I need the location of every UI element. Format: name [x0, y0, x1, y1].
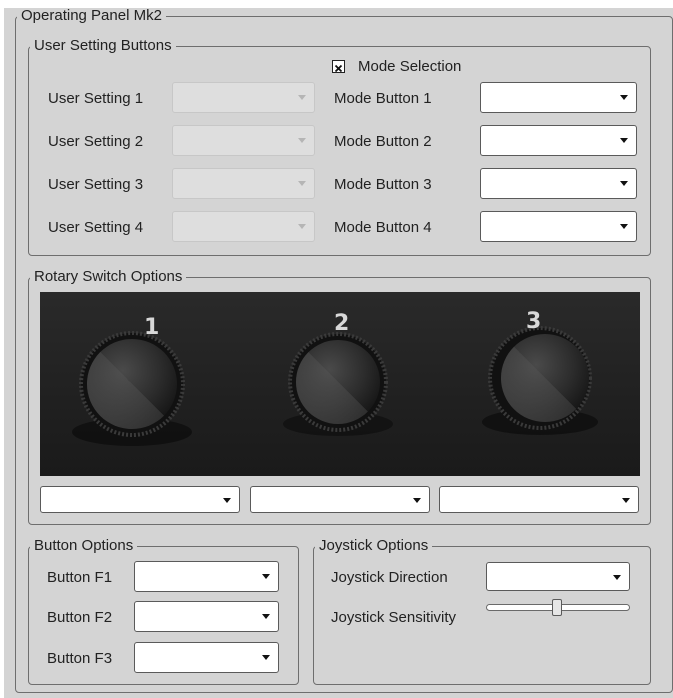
mode-button-1-label: Mode Button 1: [334, 90, 432, 107]
rotary-knobs-image: 1 2 3: [72, 309, 598, 446]
user-setting-3-dropdown[interactable]: [172, 168, 315, 199]
knob-3-number: 3: [526, 309, 541, 334]
mode-button-2-dropdown[interactable]: [480, 125, 637, 156]
chevron-down-icon: [298, 181, 306, 186]
user-setting-4-label: User Setting 4: [48, 219, 144, 236]
button-f2-label: Button F2: [47, 609, 113, 626]
mode-button-4-dropdown[interactable]: [480, 211, 637, 242]
joystick-sensitivity-label: Joystick Sensitivity: [331, 609, 457, 626]
chevron-down-icon: [262, 574, 270, 579]
checkmark-x-icon: [334, 64, 343, 73]
chevron-down-icon: [298, 224, 306, 229]
button-f3-dropdown[interactable]: [134, 642, 279, 673]
mode-selection-label[interactable]: Mode Selection: [358, 58, 461, 75]
chevron-down-icon: [262, 655, 270, 660]
knob-3: [482, 326, 598, 435]
chevron-down-icon: [413, 498, 421, 503]
mode-button-4-label: Mode Button 4: [334, 219, 432, 236]
chevron-down-icon: [620, 181, 628, 186]
rotary-switch-3-dropdown[interactable]: [439, 486, 639, 513]
chevron-down-icon: [620, 138, 628, 143]
button-f1-label: Button F1: [47, 569, 113, 586]
rotary-switch-1-dropdown[interactable]: [40, 486, 240, 513]
mode-button-1-dropdown[interactable]: [480, 82, 637, 113]
knob-1-number: 1: [144, 315, 159, 340]
chevron-down-icon: [620, 95, 628, 100]
joystick-direction-label: Joystick Direction: [331, 569, 448, 586]
knob-2: [283, 332, 393, 436]
user-setting-1-dropdown[interactable]: [172, 82, 315, 113]
user-setting-1-label: User Setting 1: [48, 90, 144, 107]
chevron-down-icon: [298, 95, 306, 100]
button-f2-dropdown[interactable]: [134, 601, 279, 632]
chevron-down-icon: [613, 575, 621, 580]
chevron-down-icon: [262, 614, 270, 619]
mode-button-3-label: Mode Button 3: [334, 176, 432, 193]
button-f3-label: Button F3: [47, 650, 113, 667]
rotary-switch-options-title: Rotary Switch Options: [34, 268, 183, 285]
user-setting-2-label: User Setting 2: [48, 133, 144, 150]
rotary-knobs-photo: 1 2 3: [40, 292, 640, 476]
chevron-down-icon: [622, 498, 630, 503]
joystick-options-title: Joystick Options: [319, 537, 429, 554]
button-f1-dropdown[interactable]: [134, 561, 279, 592]
knob-2-number: 2: [334, 311, 349, 336]
chevron-down-icon: [223, 498, 231, 503]
mode-button-3-dropdown[interactable]: [480, 168, 637, 199]
operating-panel-title: Operating Panel Mk2: [21, 7, 162, 24]
user-setting-4-dropdown[interactable]: [172, 211, 315, 242]
user-setting-2-dropdown[interactable]: [172, 125, 315, 156]
rotary-switch-2-dropdown[interactable]: [250, 486, 430, 513]
chevron-down-icon: [298, 138, 306, 143]
knob-1: [72, 331, 192, 446]
mode-button-2-label: Mode Button 2: [334, 133, 432, 150]
user-setting-buttons-title: User Setting Buttons: [34, 37, 172, 54]
joystick-direction-dropdown[interactable]: [486, 562, 630, 591]
mode-selection-checkbox[interactable]: [332, 60, 345, 73]
user-setting-3-label: User Setting 3: [48, 176, 144, 193]
joystick-sensitivity-thumb[interactable]: [551, 599, 562, 616]
button-options-title: Button Options: [34, 537, 134, 554]
chevron-down-icon: [620, 224, 628, 229]
